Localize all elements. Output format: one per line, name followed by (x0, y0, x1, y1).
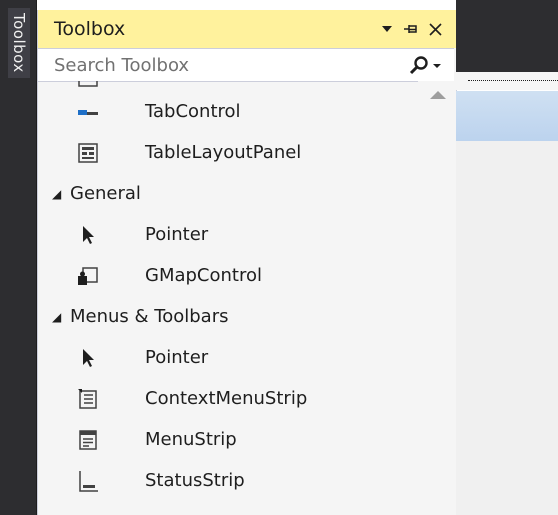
category-label: General (70, 183, 141, 204)
vertical-scrollbar[interactable] (418, 81, 456, 515)
item-label: TableLayoutPanel (145, 142, 302, 163)
list-item-gmapcontrol[interactable]: GMapControl (38, 255, 418, 296)
list-item-tablelayoutpanel[interactable]: TableLayoutPanel (38, 132, 418, 173)
scroll-up-arrow-icon[interactable] (430, 91, 446, 99)
designer-header (456, 0, 558, 72)
list-item-pointer[interactable]: Pointer (38, 337, 418, 378)
list-item-tabcontrol[interactable]: TabControl (38, 91, 418, 132)
status-strip-icon (76, 469, 100, 493)
gmap-control-icon (76, 264, 100, 288)
form-title-band (456, 91, 558, 141)
tab-control-icon (76, 100, 100, 124)
pointer-icon (76, 346, 100, 370)
close-icon[interactable] (424, 18, 446, 40)
table-layout-panel-icon (76, 141, 100, 165)
designer-tab-strip (456, 72, 558, 90)
pointer-icon (76, 223, 100, 247)
item-label: ContextMenuStrip (145, 388, 308, 409)
search-options-dropdown-icon[interactable] (432, 59, 448, 72)
toolbox-search-bar (38, 48, 454, 82)
item-label: MenuStrip (145, 429, 237, 450)
toolbox-dock-tab[interactable]: Toolbox (8, 8, 30, 78)
item-label: StatusStrip (145, 470, 245, 491)
left-dock-strip: Toolbox (0, 0, 37, 515)
category-general[interactable]: ◢ General (38, 173, 418, 214)
pin-icon[interactable] (400, 18, 422, 40)
category-menus-toolbars[interactable]: ◢ Menus & Toolbars (38, 296, 418, 337)
expanded-arrow-icon[interactable]: ◢ (52, 187, 61, 201)
toolbox-panel: Toolbox Search Toolbox TabControl TableL… (37, 10, 457, 515)
window-position-dropdown-icon[interactable] (376, 18, 398, 40)
toolbox-item-list: TabControl TableLayoutPanel ◢ General Po… (38, 81, 418, 515)
toolbox-title-bar[interactable]: Toolbox (38, 10, 456, 48)
designer-dotted-divider (468, 80, 558, 81)
item-label: Pointer (145, 224, 209, 245)
item-label: Pointer (145, 347, 209, 368)
expanded-arrow-icon[interactable]: ◢ (52, 310, 61, 324)
item-label: TabControl (145, 101, 241, 122)
search-icon[interactable] (406, 52, 432, 78)
menu-strip-icon (76, 428, 100, 452)
category-label: Menus & Toolbars (70, 306, 229, 327)
item-label: GMapControl (145, 265, 262, 286)
list-item-statusstrip[interactable]: StatusStrip (38, 460, 418, 501)
context-menu-strip-icon (76, 387, 100, 411)
search-toolbox-input[interactable] (38, 50, 406, 80)
list-item-pointer[interactable]: Pointer (38, 214, 418, 255)
panel-title: Toolbox (54, 18, 126, 40)
list-item-menustrip[interactable]: MenuStrip (38, 419, 418, 460)
list-item-contextmenustrip[interactable]: ContextMenuStrip (38, 378, 418, 419)
designer-surface[interactable] (456, 141, 558, 515)
